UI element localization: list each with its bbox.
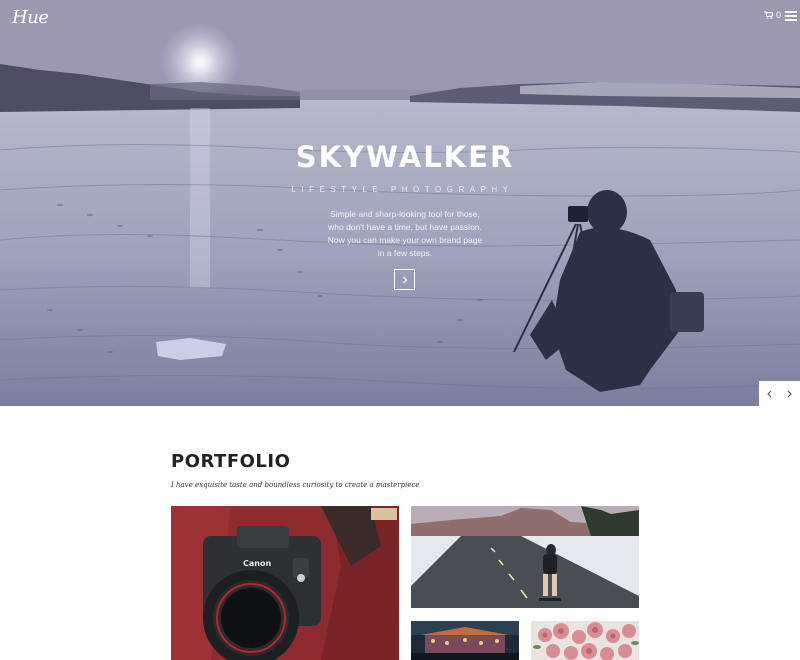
hero-description-line: Simple and sharp-looking tool for those, <box>330 209 480 219</box>
hero-title: SKYWALKER <box>295 140 515 174</box>
menu-button[interactable] <box>785 11 797 21</box>
slider-controls <box>759 381 800 406</box>
hero-description-line: who don't have a time, but have passion. <box>328 222 482 232</box>
portfolio-image <box>411 621 519 660</box>
hero-slider: Hue 0 SKYWALKER LIFESTYLE PHOTOGRAPHY Si… <box>0 0 800 406</box>
portfolio-title: PORTFOLIO <box>171 451 291 472</box>
hero-subtitle: LIFESTYLE PHOTOGRAPHY <box>291 185 514 194</box>
cart-count: 0 <box>776 10 782 20</box>
site-logo[interactable]: Hue <box>12 7 49 28</box>
portfolio-image <box>531 621 639 660</box>
portfolio-image <box>411 506 639 608</box>
chevron-right-icon <box>402 276 407 283</box>
chevron-right-icon <box>787 390 793 397</box>
portfolio-image: Canon <box>171 506 399 660</box>
chevron-left-icon <box>766 390 772 397</box>
svg-text:Canon: Canon <box>243 559 271 568</box>
cart-button[interactable]: 0 <box>764 10 781 20</box>
portfolio-item-night-market[interactable] <box>411 621 519 660</box>
hero-description-line: in a few steps. <box>377 248 433 258</box>
hero-background-photo <box>0 0 800 406</box>
portfolio-subtitle: I have exquisite taste and boundless cur… <box>171 481 420 489</box>
portfolio-item-camera[interactable]: Canon <box>171 506 399 660</box>
cart-icon <box>764 11 773 19</box>
portfolio-item-roses[interactable] <box>531 621 639 660</box>
slider-next-button[interactable] <box>780 381 800 406</box>
hero-description-line: Now you can make your own brand page <box>327 235 483 245</box>
hero-description: Simple and sharp-looking tool for those,… <box>300 208 510 260</box>
slider-prev-button[interactable] <box>759 381 780 406</box>
portfolio-item-road[interactable] <box>411 506 639 608</box>
menu-icon <box>785 11 797 21</box>
hero-cta-button[interactable] <box>394 269 415 290</box>
